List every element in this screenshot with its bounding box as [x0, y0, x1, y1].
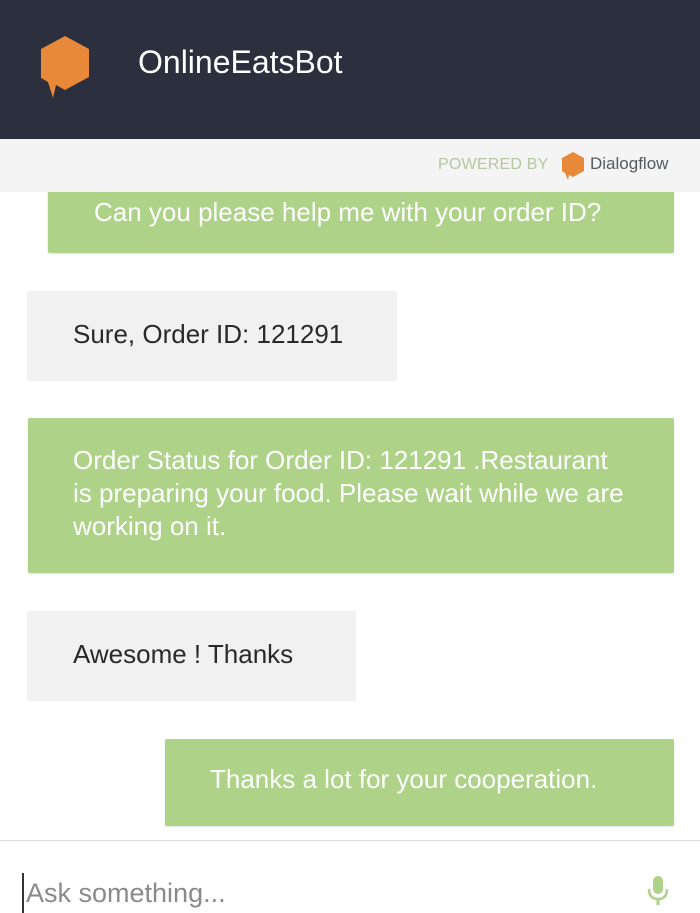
chat-header: OnlineEatsBot	[0, 0, 700, 139]
ask-input[interactable]	[22, 873, 616, 913]
bot-title: OnlineEatsBot	[138, 44, 343, 80]
bot-message: Order Status for Order ID: 121291 .Resta…	[28, 418, 674, 573]
powered-by-label: POWERED BY	[438, 156, 549, 173]
dialogflow-icon	[562, 152, 584, 180]
message-input-area	[0, 841, 700, 913]
user-message: Awesome ! Thanks	[27, 611, 356, 701]
dialogflow-link[interactable]: Dialogflow	[590, 154, 668, 174]
chat-transcript[interactable]: Can you please help me with your order I…	[0, 192, 700, 840]
bot-message: Can you please help me with your order I…	[48, 192, 674, 253]
speech-bubble-icon	[41, 36, 89, 98]
microphone-icon[interactable]	[645, 875, 671, 907]
bot-message: Thanks a lot for your cooperation.	[165, 739, 674, 826]
user-message: Sure, Order ID: 121291	[27, 291, 397, 381]
